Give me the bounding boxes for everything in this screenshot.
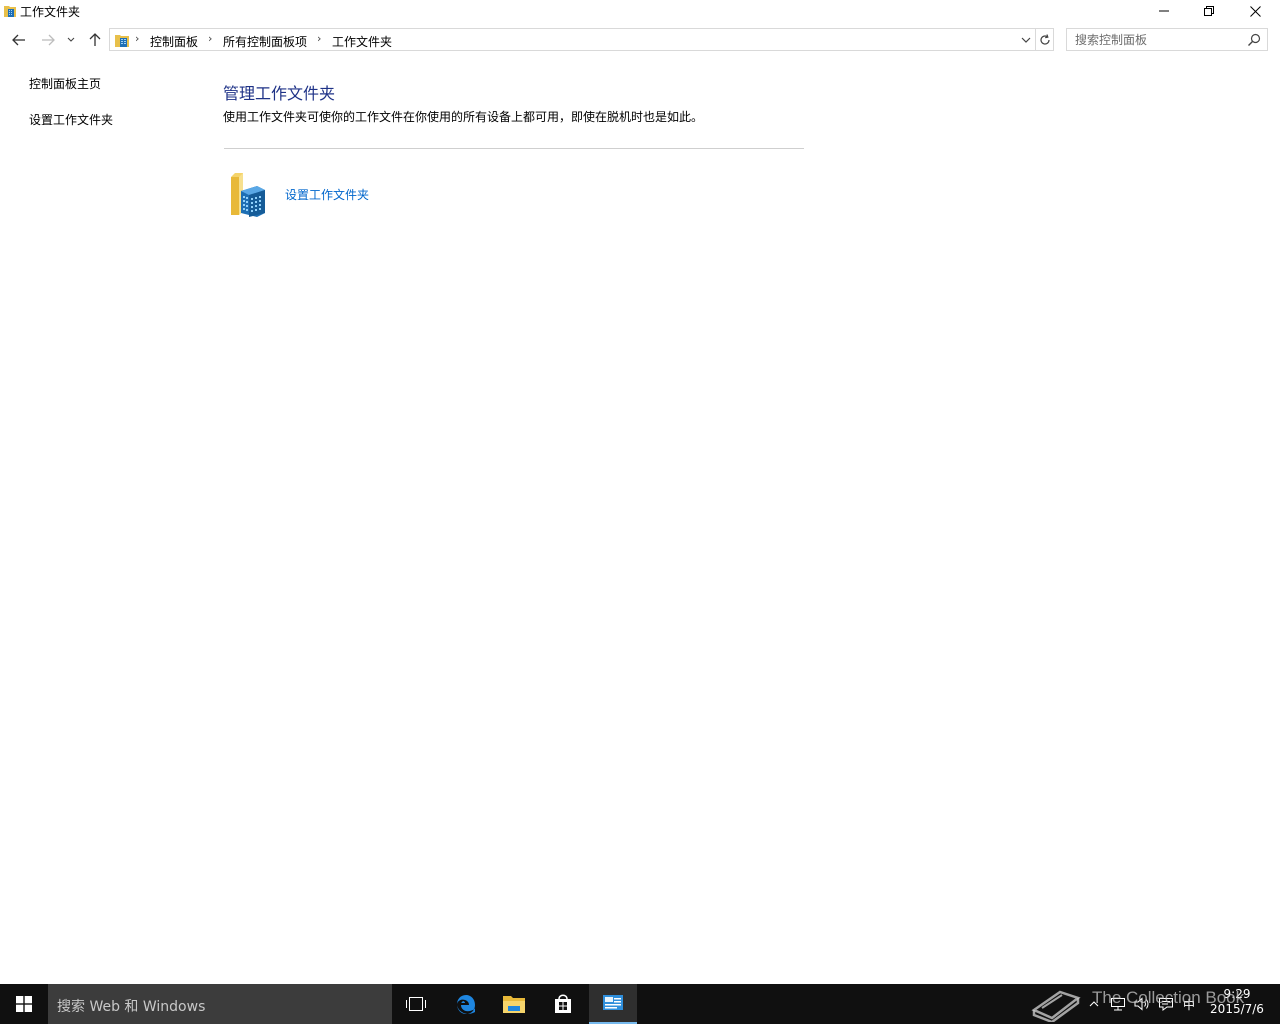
- network-button[interactable]: [1108, 984, 1128, 1024]
- breadcrumb-control-panel[interactable]: 控制面板: [150, 33, 198, 50]
- restore-button[interactable]: [1186, 0, 1232, 22]
- control-panel-icon: [603, 995, 623, 1010]
- setup-work-folders-link[interactable]: 设置工作文件夹: [285, 186, 369, 203]
- breadcrumb-work-folders[interactable]: 工作文件夹: [332, 33, 392, 50]
- back-button[interactable]: [9, 30, 29, 50]
- chevron-down-icon: [1021, 37, 1031, 43]
- search-box[interactable]: [1066, 28, 1268, 51]
- page-description: 使用工作文件夹可使你的工作文件在你使用的所有设备上都可用，即使在脱机时也是如此。: [223, 110, 704, 124]
- navigation-bar: › 控制面板 › 所有控制面板项 › 工作文件夹: [0, 28, 1280, 52]
- window-title: 工作文件夹: [20, 5, 81, 19]
- start-button[interactable]: [0, 984, 48, 1024]
- minimize-button[interactable]: [1141, 0, 1187, 22]
- work-folders-icon[interactable]: [229, 171, 267, 217]
- control-panel-home-link[interactable]: 控制面板主页: [29, 75, 101, 92]
- minimize-icon: [1159, 10, 1169, 12]
- search-input[interactable]: [1067, 29, 1242, 50]
- breadcrumb-separator[interactable]: ›: [208, 32, 212, 45]
- store-icon: [555, 994, 571, 1013]
- breadcrumb-separator[interactable]: ›: [135, 32, 139, 45]
- page-title: 管理工作文件夹: [223, 84, 336, 103]
- clock-date: 2015/7/6: [1210, 1002, 1264, 1016]
- address-history-button[interactable]: [1016, 29, 1036, 50]
- search-icon[interactable]: [1247, 33, 1261, 47]
- setup-work-folders-side-link[interactable]: 设置工作文件夹: [29, 111, 113, 128]
- arrow-right-icon: [42, 34, 55, 46]
- arrow-up-icon: [89, 33, 101, 46]
- windows-logo-icon: [16, 996, 32, 1012]
- restore-icon: [1204, 6, 1214, 16]
- edge-icon: [457, 995, 475, 1014]
- left-pane: 控制面板主页 设置工作文件夹: [0, 60, 200, 960]
- notification-icon: [1159, 998, 1173, 1011]
- control-panel-icon: [114, 32, 130, 48]
- input-method-indicator[interactable]: 中: [1181, 984, 1197, 1024]
- title-bar: 工作文件夹: [0, 0, 1280, 22]
- show-hidden-icons-button[interactable]: [1085, 984, 1103, 1024]
- up-button[interactable]: [85, 30, 105, 50]
- folder-icon: [503, 996, 525, 1013]
- action-center-button[interactable]: [1156, 984, 1176, 1024]
- refresh-icon: [1040, 33, 1050, 45]
- clock-time: 9:29: [1223, 987, 1251, 1001]
- forward-button[interactable]: [38, 30, 58, 50]
- refresh-button[interactable]: [1035, 29, 1054, 50]
- address-bar[interactable]: › 控制面板 › 所有控制面板项 › 工作文件夹: [109, 28, 1054, 51]
- clock[interactable]: 9:29 2015/7/6: [1204, 987, 1270, 1017]
- work-folders-icon: [3, 4, 17, 18]
- task-view-button[interactable]: [392, 984, 440, 1024]
- breadcrumb-separator[interactable]: ›: [317, 32, 321, 45]
- file-explorer-button[interactable]: [490, 984, 538, 1024]
- control-panel-taskbar-button[interactable]: [589, 984, 637, 1024]
- taskbar-search-box[interactable]: 搜索 Web 和 Windows: [48, 984, 392, 1024]
- network-icon: [1111, 998, 1125, 1011]
- edge-browser-button[interactable]: [442, 984, 490, 1024]
- divider: [224, 148, 804, 149]
- taskbar: 搜索 Web 和 Windows 中 9:29 2015/7/6: [0, 984, 1280, 1024]
- close-button[interactable]: [1232, 0, 1278, 22]
- arrow-left-icon: [12, 34, 25, 46]
- chevron-up-icon: [1089, 1001, 1099, 1007]
- chevron-down-icon: [67, 37, 75, 42]
- store-button[interactable]: [539, 984, 587, 1024]
- volume-button[interactable]: [1132, 984, 1152, 1024]
- breadcrumb-all-items[interactable]: 所有控制面板项: [223, 33, 307, 50]
- close-icon: [1249, 5, 1261, 17]
- task-view-icon: [406, 997, 426, 1011]
- taskbar-search-placeholder: 搜索 Web 和 Windows: [57, 999, 206, 1015]
- speaker-icon: [1134, 997, 1149, 1011]
- recent-locations-button[interactable]: [64, 30, 78, 50]
